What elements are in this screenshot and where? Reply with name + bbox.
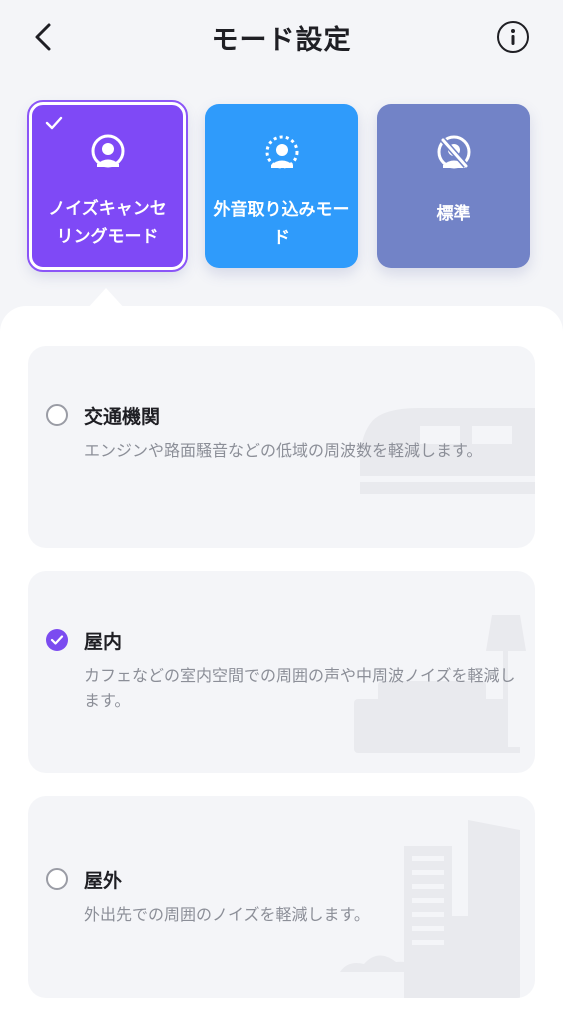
option-title: 交通機関: [84, 406, 161, 428]
option-title: 屋外: [84, 870, 123, 892]
option-transport[interactable]: 交通機関 エンジンや路面騒音などの低域の周波数を軽減します。: [28, 346, 535, 548]
option-title: 屋内: [84, 631, 123, 653]
option-indoor[interactable]: 屋内 カフェなどの室内空間での周囲の声や中周波ノイズを軽減します。: [28, 571, 535, 773]
option-outdoor[interactable]: 屋外 外出先での周囲のノイズを軽減します。: [28, 796, 535, 998]
radio-transport[interactable]: [46, 404, 68, 426]
option-description: エンジンや路面騒音などの低域の周波数を軽減します。: [84, 441, 483, 460]
mode-label: 標準: [436, 204, 471, 224]
mode-card-standard[interactable]: 標準: [377, 104, 530, 268]
info-button[interactable]: [497, 21, 529, 53]
option-description: 外出先での周囲のノイズを軽減します。: [84, 905, 370, 924]
option-description: カフェなどの室内空間での周囲の声や中周波ノイズを軽減します。: [84, 666, 516, 710]
mode-card-ambient[interactable]: 外音取り込みモード: [205, 104, 358, 268]
info-icon: [511, 29, 515, 45]
noise-cancel-person-icon: [91, 134, 124, 168]
header: モード設定: [0, 0, 563, 72]
check-icon: [50, 635, 64, 645]
check-icon: [45, 116, 63, 130]
standard-slash-icon: [437, 135, 470, 169]
mode-label: 外音取り込みモード: [213, 200, 350, 248]
page-title: モード設定: [211, 25, 352, 56]
radio-indoor[interactable]: [46, 629, 68, 651]
mode-card-noise-cancelling[interactable]: ノイズキャンセリングモード: [27, 100, 188, 272]
mode-label: ノイズキャンセリングモード: [48, 199, 167, 247]
radio-outdoor[interactable]: [46, 868, 68, 890]
ambient-person-icon: [265, 135, 298, 169]
